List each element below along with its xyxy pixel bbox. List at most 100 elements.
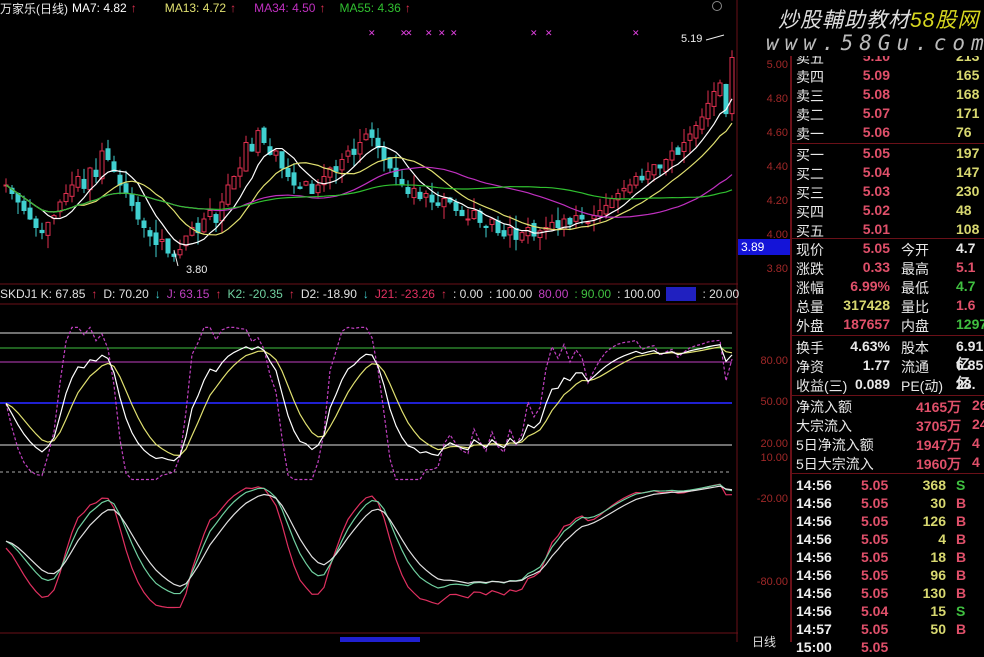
candle-body [123, 183, 129, 195]
signal-marker: ✕ [438, 28, 446, 38]
arrow-down-icon: ↓ [362, 287, 369, 301]
tick-volume: 126 [922, 513, 946, 529]
candle-body [219, 201, 225, 222]
candle-body [633, 176, 639, 186]
fundamental-row: 净资 1.77 流通 6.85亿 [796, 357, 984, 391]
signal-marker: ✕ [632, 28, 640, 38]
bid-row: 买二 5.04 147 [796, 164, 984, 183]
trade-tick-row: 14:56 5.05 126 B [796, 513, 984, 531]
candle-body [363, 133, 369, 141]
fundamental-label: 股本 [901, 340, 929, 356]
candle-body [333, 166, 339, 172]
candle-body [231, 176, 237, 190]
candle-body [519, 232, 525, 241]
candle-body [687, 133, 693, 141]
bid-row: 买一 5.05 197 [796, 145, 984, 164]
ask-row: 卖二 5.07 171 [796, 105, 984, 124]
candle-body [201, 218, 207, 233]
candle-body [153, 232, 159, 245]
candle-body [99, 150, 105, 180]
divider [792, 335, 984, 336]
arrow-down-icon: ↓ [154, 287, 161, 301]
fundamental-label: 收益(三) [796, 378, 848, 394]
horizontal-scrollbar[interactable] [340, 637, 420, 642]
candle-body [453, 201, 459, 211]
indicator-value: SKDJ1 K: 67.85 [0, 287, 86, 301]
trade-tick-row: 14:56 5.05 368 S [796, 477, 984, 495]
candle-body [369, 129, 375, 138]
tick-side: B [956, 585, 967, 601]
tick-price: 5.05 [861, 549, 889, 565]
arrow-up-icon: ↑ [130, 1, 137, 15]
quote-row: 总量 317428 量比 1.6 [796, 297, 984, 316]
tick-price: 5.05 [861, 585, 889, 601]
candle-body [639, 175, 645, 181]
ask-label: 卖二 [796, 107, 824, 123]
tick-side: B [956, 495, 967, 511]
candle-body [75, 176, 81, 188]
chart-area[interactable]: ✕ ✕✕ ✕ ✕ ✕ ✕ ✕ ✕ [0, 0, 738, 642]
signal-marker: ✕ [530, 28, 538, 38]
candle-body [549, 221, 555, 230]
bid-row: 买四 5.02 48 [796, 202, 984, 221]
tick-side: B [956, 567, 967, 583]
candle-body [657, 164, 663, 169]
tick-price: 5.05 [861, 477, 889, 493]
candle-body [621, 187, 627, 192]
quote-row: 外盘 187657 内盘 12977 [796, 316, 984, 335]
quote-label: 涨跌 [796, 261, 824, 277]
quote-value: 4.7 [956, 278, 976, 294]
quote-row: 涨跌 0.33 最高 5.1 [796, 259, 984, 278]
quote-value: 5.1 [956, 259, 976, 275]
k2-line [5, 483, 733, 595]
candle-body [345, 150, 351, 157]
axis-label: -20.00 [756, 493, 788, 505]
settings-circle-icon[interactable] [712, 1, 722, 11]
candle-body [471, 210, 477, 220]
arrow-up-icon: ↑ [215, 287, 222, 301]
quote-label: 现价 [796, 242, 824, 258]
signal-marker: ✕ [450, 28, 458, 38]
candle-body [441, 198, 447, 208]
tick-volume: 4 [938, 531, 946, 547]
candle-body [33, 218, 39, 228]
candle-body [699, 116, 705, 130]
candle-body [255, 130, 261, 153]
candle-body [45, 221, 51, 236]
candle-body [423, 193, 429, 198]
tick-volume: 96 [930, 567, 946, 583]
flow-row: 大宗流入 3705万 24 [796, 416, 984, 435]
tick-side: B [956, 531, 967, 547]
candle-body [729, 57, 735, 115]
flow-value: 4165万 [916, 399, 962, 415]
ma-legend: 万家乐(日线) MA7: 4.82 ↑ MA13: 4.72 ↑ MA34: 4.5… [0, 0, 411, 16]
candle-body [159, 238, 165, 242]
signal-marker: ✕ [425, 28, 433, 38]
bid-label: 买一 [796, 147, 824, 163]
bid-volume: 48 [956, 202, 972, 218]
candle-body [555, 220, 561, 228]
watermark-url: www.58Gu.com [766, 31, 984, 55]
candle-body [675, 147, 681, 155]
ask-label: 卖一 [796, 126, 824, 142]
ask-row: 卖四 5.09 165 [796, 67, 984, 86]
axis-label: 10.00 [760, 452, 788, 464]
candle-body [393, 167, 399, 177]
quote-label: 今开 [901, 242, 929, 258]
indicator-value: D: 70.20 [103, 287, 149, 301]
quote-value: 317428 [843, 297, 890, 313]
candle-body [141, 220, 147, 229]
fundamental-value: 28. [956, 376, 976, 392]
arrow-up-icon: ↑ [440, 287, 447, 301]
candle-body [459, 209, 465, 217]
candle-body [237, 167, 243, 177]
quote-value: 12977 [956, 316, 984, 332]
bid-volume: 108 [956, 221, 980, 237]
candle-body [279, 151, 285, 169]
ma34-value: MA34: 4.50 [254, 1, 316, 15]
candle-body [507, 227, 513, 236]
bid-label: 买二 [796, 166, 824, 182]
ask-price: 5.09 [862, 67, 890, 83]
fundamental-row: 换手 4.63% 股本 6.91亿 [796, 338, 984, 372]
candle-body [495, 220, 501, 234]
